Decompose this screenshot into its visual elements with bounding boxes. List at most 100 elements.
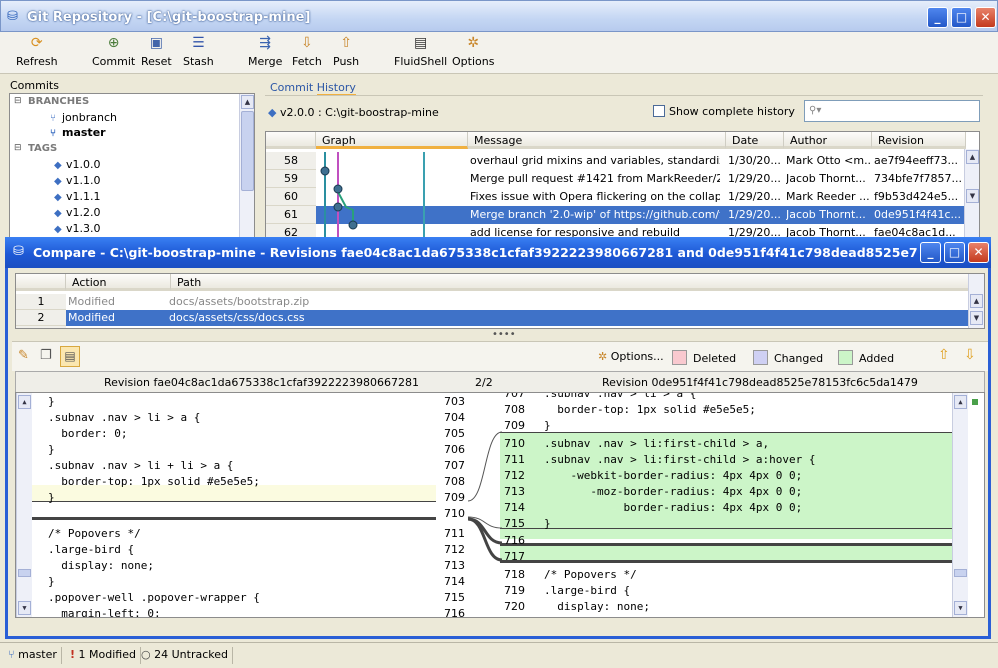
col-action[interactable]: Action bbox=[66, 274, 171, 291]
gear-icon: ✲ bbox=[467, 35, 480, 51]
overview-marker bbox=[972, 399, 978, 405]
previous-diff-icon[interactable]: ⇧ bbox=[938, 347, 950, 363]
merge-button[interactable]: ⇶ Merge bbox=[248, 34, 282, 68]
scroll-up-icon[interactable]: ▲ bbox=[954, 395, 967, 409]
show-history-checkbox[interactable]: Show complete history bbox=[653, 105, 795, 118]
code-line: } bbox=[48, 575, 55, 588]
commit-button[interactable]: ⊕ Commit bbox=[92, 34, 135, 68]
tag-item[interactable]: ◆ v1.1.0 bbox=[54, 174, 101, 187]
scroll-up-icon[interactable]: ▲ bbox=[966, 150, 979, 164]
code-line: margin-left: 0; bbox=[48, 607, 161, 618]
search-input[interactable]: ⚲▾ bbox=[804, 100, 980, 122]
scroll-down-icon[interactable]: ▼ bbox=[18, 601, 31, 615]
code-line: /* Popovers */ bbox=[48, 527, 141, 540]
compare-dialog: ⛁ Compare - C:\git-boostrap-mine - Revis… bbox=[5, 237, 991, 639]
status-branch[interactable]: ⑂ master bbox=[4, 647, 62, 664]
tag-item[interactable]: ◆ v1.2.0 bbox=[54, 206, 101, 219]
status-untracked[interactable]: ○ 24 Untracked bbox=[137, 647, 233, 664]
scroll-down-icon[interactable]: ▼ bbox=[966, 189, 979, 203]
code-line: } bbox=[48, 395, 55, 408]
line-number: 710 bbox=[504, 437, 525, 450]
scroll-down-icon[interactable]: ▼ bbox=[954, 601, 967, 615]
stash-icon: ☰ bbox=[192, 35, 205, 51]
row-number: 2 bbox=[16, 310, 66, 326]
fluidshell-button[interactable]: ▤ FluidShell bbox=[394, 34, 447, 68]
close-button[interactable]: ✕ bbox=[975, 7, 996, 28]
branch-item[interactable]: ⑂ jonbranch bbox=[50, 111, 117, 124]
files-scrollbar[interactable]: ▲ ▼ bbox=[968, 274, 984, 328]
left-scrollbar[interactable]: ▲ ▼ bbox=[16, 393, 32, 617]
path-cell: docs/assets/bootstrap.zip bbox=[169, 295, 310, 308]
collapse-icon[interactable]: ⊟ bbox=[14, 143, 22, 153]
reset-button[interactable]: ▣ Reset bbox=[141, 34, 172, 68]
status-modified[interactable]: ! 1 Modified bbox=[66, 647, 141, 664]
author-cell: Mark Otto <m... bbox=[786, 154, 870, 167]
col-revision[interactable]: Revision bbox=[872, 132, 966, 149]
scroll-thumb[interactable] bbox=[954, 569, 967, 577]
col-message[interactable]: Message bbox=[468, 132, 726, 149]
scroll-thumb[interactable] bbox=[241, 111, 254, 191]
main-title-bar: ⛁ Git Repository - [C:\git-boostrap-mine… bbox=[0, 0, 998, 32]
col-path[interactable]: Path bbox=[171, 274, 971, 291]
author-cell: Mark Reeder ... bbox=[786, 190, 870, 203]
checkbox-icon[interactable] bbox=[653, 105, 665, 117]
collapse-icon[interactable]: ⊟ bbox=[14, 96, 22, 106]
document-icon[interactable]: ▤ bbox=[60, 346, 80, 367]
code-line: .large-bird { bbox=[48, 543, 135, 556]
branch-item[interactable]: ⑂ master bbox=[50, 126, 106, 139]
right-divider bbox=[500, 432, 952, 433]
tab-divider bbox=[265, 95, 983, 96]
status-bar: ⑂ master ! 1 Modified ○ 24 Untracked bbox=[0, 642, 998, 668]
col-graph[interactable]: Graph bbox=[316, 132, 468, 149]
code-line: display: none; bbox=[48, 559, 154, 572]
col-author[interactable]: Author bbox=[784, 132, 872, 149]
maximize-button[interactable]: □ bbox=[951, 7, 972, 28]
fetch-button[interactable]: ⇩ Fetch bbox=[292, 34, 322, 68]
right-scrollbar[interactable]: ▲ ▼ bbox=[952, 393, 968, 617]
tag-item[interactable]: ◆ v1.0.0 bbox=[54, 158, 101, 171]
code-line: -webkit-border-radius: 4px 4px 0 0; bbox=[544, 469, 803, 482]
row-number: 60 bbox=[266, 188, 316, 206]
commit-scrollbar[interactable]: ▲ ▼ bbox=[964, 149, 979, 245]
left-revision-label: Revision fae04c8ac1da675338c1cfaf3922223… bbox=[104, 376, 419, 389]
stash-button[interactable]: ☰ Stash bbox=[183, 34, 214, 68]
refresh-button[interactable]: ⟳ Refresh bbox=[16, 34, 58, 68]
scroll-down-icon[interactable]: ▼ bbox=[970, 311, 983, 325]
tag-icon: ◆ bbox=[54, 224, 62, 235]
compare-minimize-button[interactable]: _ bbox=[920, 242, 941, 263]
tree-scrollbar[interactable]: ▲ bbox=[239, 94, 254, 245]
code-line: /* Popovers */ bbox=[544, 568, 637, 581]
splitter-handle[interactable]: •••• bbox=[492, 329, 516, 340]
commits-panel: Commits ⊟ BRANCHES ⑂ jonbranch ⑂ master ⊟ … bbox=[5, 76, 257, 246]
code-line: } bbox=[544, 616, 551, 617]
col-date[interactable]: Date bbox=[726, 132, 784, 149]
tab-history[interactable]: History bbox=[316, 81, 356, 96]
push-button[interactable]: ⇧ Push bbox=[333, 34, 359, 68]
edit-icon[interactable]: ✎ bbox=[18, 348, 29, 363]
compare-maximize-button[interactable]: □ bbox=[944, 242, 965, 263]
action-cell: Modified bbox=[68, 311, 115, 324]
commit-icon: ⊕ bbox=[107, 35, 120, 51]
copy-icon[interactable]: ❐ bbox=[40, 348, 52, 363]
scroll-up-icon[interactable]: ▲ bbox=[970, 294, 983, 308]
scroll-up-icon[interactable]: ▲ bbox=[241, 95, 254, 109]
file-row[interactable]: 2 Modified docs/assets/css/docs.css bbox=[16, 310, 968, 326]
added-block-2 bbox=[500, 545, 952, 560]
scroll-up-icon[interactable]: ▲ bbox=[18, 395, 31, 409]
tag-item[interactable]: ◆ v1.3.0 bbox=[54, 222, 101, 235]
options-button[interactable]: ✲ Options bbox=[452, 34, 494, 68]
line-number: 715 bbox=[504, 517, 525, 530]
tag-item[interactable]: ◆ v1.1.1 bbox=[54, 190, 101, 203]
scroll-thumb[interactable] bbox=[18, 569, 31, 577]
next-diff-icon[interactable]: ⇩ bbox=[964, 347, 976, 363]
merge-icon: ⇶ bbox=[259, 35, 272, 51]
compare-close-button[interactable]: ✕ bbox=[968, 242, 989, 263]
options-link[interactable]: ✲ Options... bbox=[598, 350, 664, 363]
tab-commit[interactable]: Commit bbox=[270, 81, 313, 94]
file-row[interactable]: 1 Modified docs/assets/bootstrap.zip bbox=[16, 294, 968, 310]
code-line: border-radius: 4px 4px 0 0; bbox=[544, 501, 803, 514]
line-number: 716 bbox=[444, 607, 465, 618]
legend-changed: Changed bbox=[753, 350, 823, 365]
code-line: .subnav .nav > li:first-child > a:hover … bbox=[544, 453, 816, 466]
minimize-button[interactable]: _ bbox=[927, 7, 948, 28]
